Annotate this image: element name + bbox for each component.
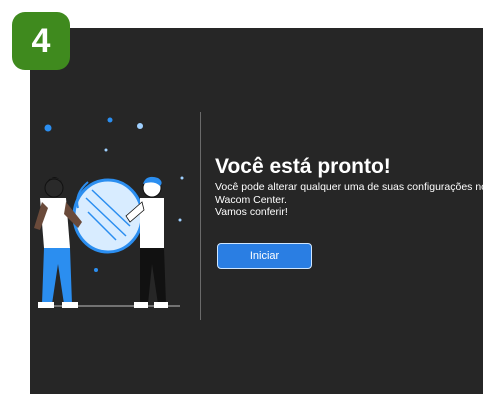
dialog-title: Você está pronto! xyxy=(215,155,391,178)
decor-dot xyxy=(44,124,52,132)
decor-dot xyxy=(137,123,143,129)
vertical-divider xyxy=(200,112,201,320)
step-number-badge: 4 xyxy=(12,12,70,70)
description-line: Vamos conferir! xyxy=(215,206,288,218)
start-button[interactable]: Iniciar xyxy=(217,243,312,269)
left-person-pants xyxy=(42,248,72,304)
decor-dot xyxy=(180,176,184,180)
decor-dot xyxy=(94,268,98,272)
right-person-shirt xyxy=(140,198,164,248)
decor-dot xyxy=(104,148,108,152)
people-with-mirror-illustration xyxy=(34,117,184,308)
setup-screen: Você está pronto! Você pode alterar qual… xyxy=(30,28,483,394)
decor-dot xyxy=(107,117,113,123)
description-line: Wacom Center. xyxy=(215,193,287,206)
right-person-pants xyxy=(140,248,166,304)
dialog-description: Você pode alterar qualquer uma de suas c… xyxy=(215,181,483,219)
decor-dot xyxy=(178,218,182,222)
left-person-head xyxy=(44,178,64,198)
description-line: Você pode alterar qualquer uma de suas c… xyxy=(215,181,483,193)
